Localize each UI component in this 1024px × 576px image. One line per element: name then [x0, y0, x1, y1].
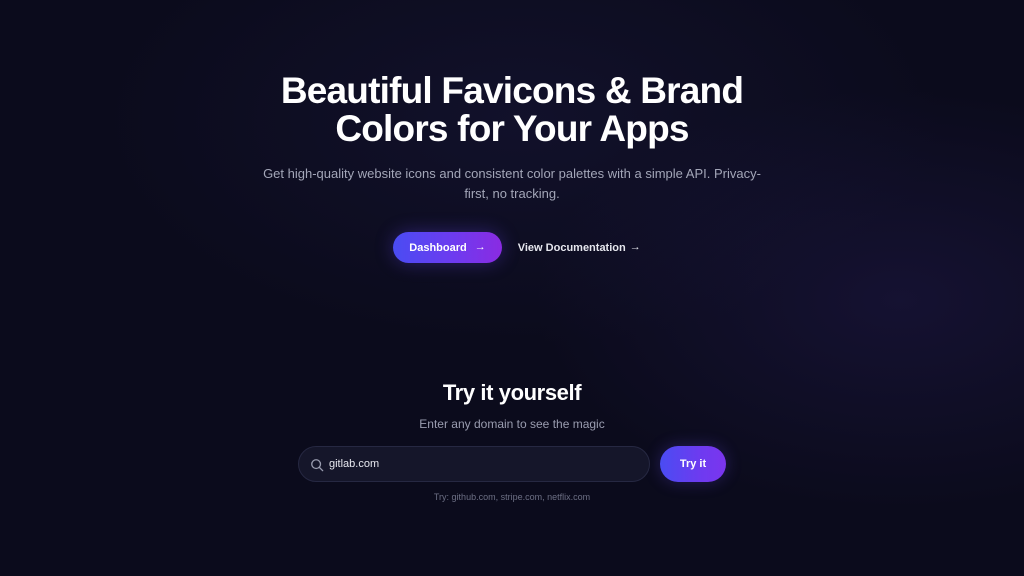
dashboard-button-label: Dashboard — [409, 241, 467, 254]
cta-row: Dashboard → View Documentation → — [0, 232, 1024, 263]
search-icon — [311, 459, 324, 472]
try-title: Try it yourself — [442, 380, 582, 405]
domain-search-box[interactable] — [298, 446, 650, 482]
view-documentation-label: View Documentation — [517, 241, 626, 254]
try-subtitle: Enter any domain to see the magic — [419, 417, 605, 431]
hero-subtitle: Get high-quality website icons and consi… — [263, 166, 761, 201]
try-it-button[interactable]: Try it — [660, 446, 726, 482]
dashboard-button[interactable]: Dashboard → — [393, 232, 502, 263]
domain-input[interactable] — [299, 447, 649, 481]
hero-title: Beautiful Favicons & Brand Colors for Yo… — [280, 70, 744, 149]
search-row: Try it — [0, 446, 1024, 482]
hero-section: Beautiful Favicons & Brand Colors for Yo… — [0, 72, 1024, 263]
view-documentation-link[interactable]: View Documentation → — [516, 232, 643, 263]
arrow-right-icon: → — [629, 241, 641, 253]
arrow-right-icon: → — [474, 241, 486, 253]
try-section: Try it yourself Enter any domain to see … — [0, 378, 1024, 503]
example-domains-hint: Try: github.com, stripe.com, netflix.com — [433, 492, 591, 502]
